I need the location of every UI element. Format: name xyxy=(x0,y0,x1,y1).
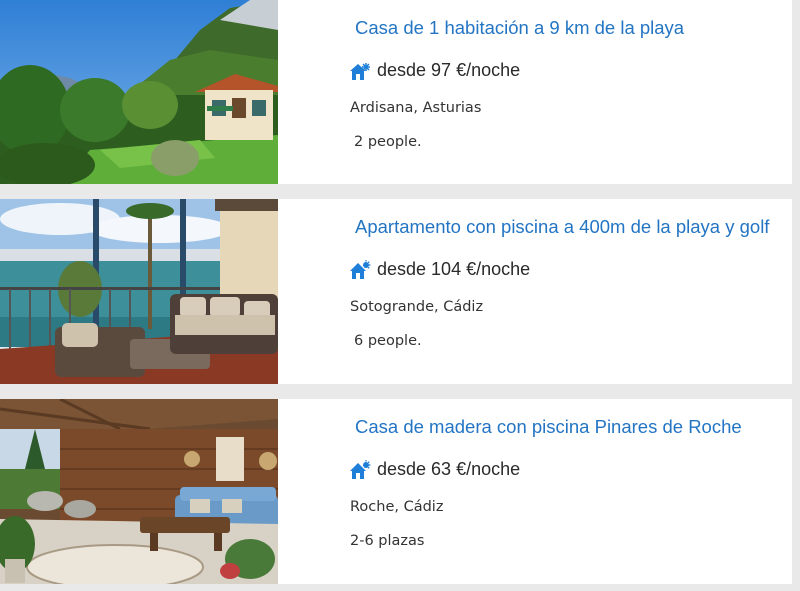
listing-title[interactable]: Casa de madera con piscina Pinares de Ro… xyxy=(355,416,742,438)
listing-info: Apartamento con piscina a 400m de la pla… xyxy=(278,199,792,384)
sun-house-icon xyxy=(349,259,371,280)
listing-capacity: 2 people. xyxy=(354,134,422,150)
mountain-house-photo xyxy=(0,0,278,184)
listing-card[interactable]: Casa de 1 habitación a 9 km de la playa … xyxy=(0,0,792,184)
listing-title[interactable]: Casa de 1 habitación a 9 km de la playa xyxy=(355,17,684,39)
snowflake-house-icon xyxy=(349,61,371,81)
listing-photo-marina-terrace[interactable] xyxy=(0,199,278,384)
marina-terrace-photo xyxy=(0,199,278,384)
price-text: desde 63 €/noche xyxy=(377,459,521,479)
listing-price: desde 104 €/noche xyxy=(349,259,530,280)
listing-info: Casa de madera con piscina Pinares de Ro… xyxy=(278,399,792,584)
listing-location: Ardisana, Asturias xyxy=(350,100,482,116)
listing-capacity: 6 people. xyxy=(354,333,422,349)
price-text: desde 104 €/noche xyxy=(377,259,531,279)
listing-location: Roche, Cádiz xyxy=(350,499,444,515)
listing-card[interactable]: Apartamento con piscina a 400m de la pla… xyxy=(0,199,792,384)
sun-house-icon xyxy=(349,459,371,480)
scrollbar[interactable] xyxy=(792,0,800,591)
listing-location: Sotogrande, Cádiz xyxy=(350,299,484,315)
listing-photo-mountain-house[interactable] xyxy=(0,0,278,184)
price-text: desde 97 €/noche xyxy=(377,60,521,80)
listing-price: desde 97 €/noche xyxy=(349,60,520,81)
wooden-porch-photo xyxy=(0,399,278,584)
listing-price: desde 63 €/noche xyxy=(349,459,520,480)
listing-title[interactable]: Apartamento con piscina a 400m de la pla… xyxy=(355,216,769,238)
listing-info: Casa de 1 habitación a 9 km de la playa … xyxy=(278,0,792,184)
listing-card[interactable]: Casa de madera con piscina Pinares de Ro… xyxy=(0,399,792,584)
listing-photo-wooden-porch[interactable] xyxy=(0,399,278,584)
listing-capacity: 2-6 plazas xyxy=(350,533,425,549)
